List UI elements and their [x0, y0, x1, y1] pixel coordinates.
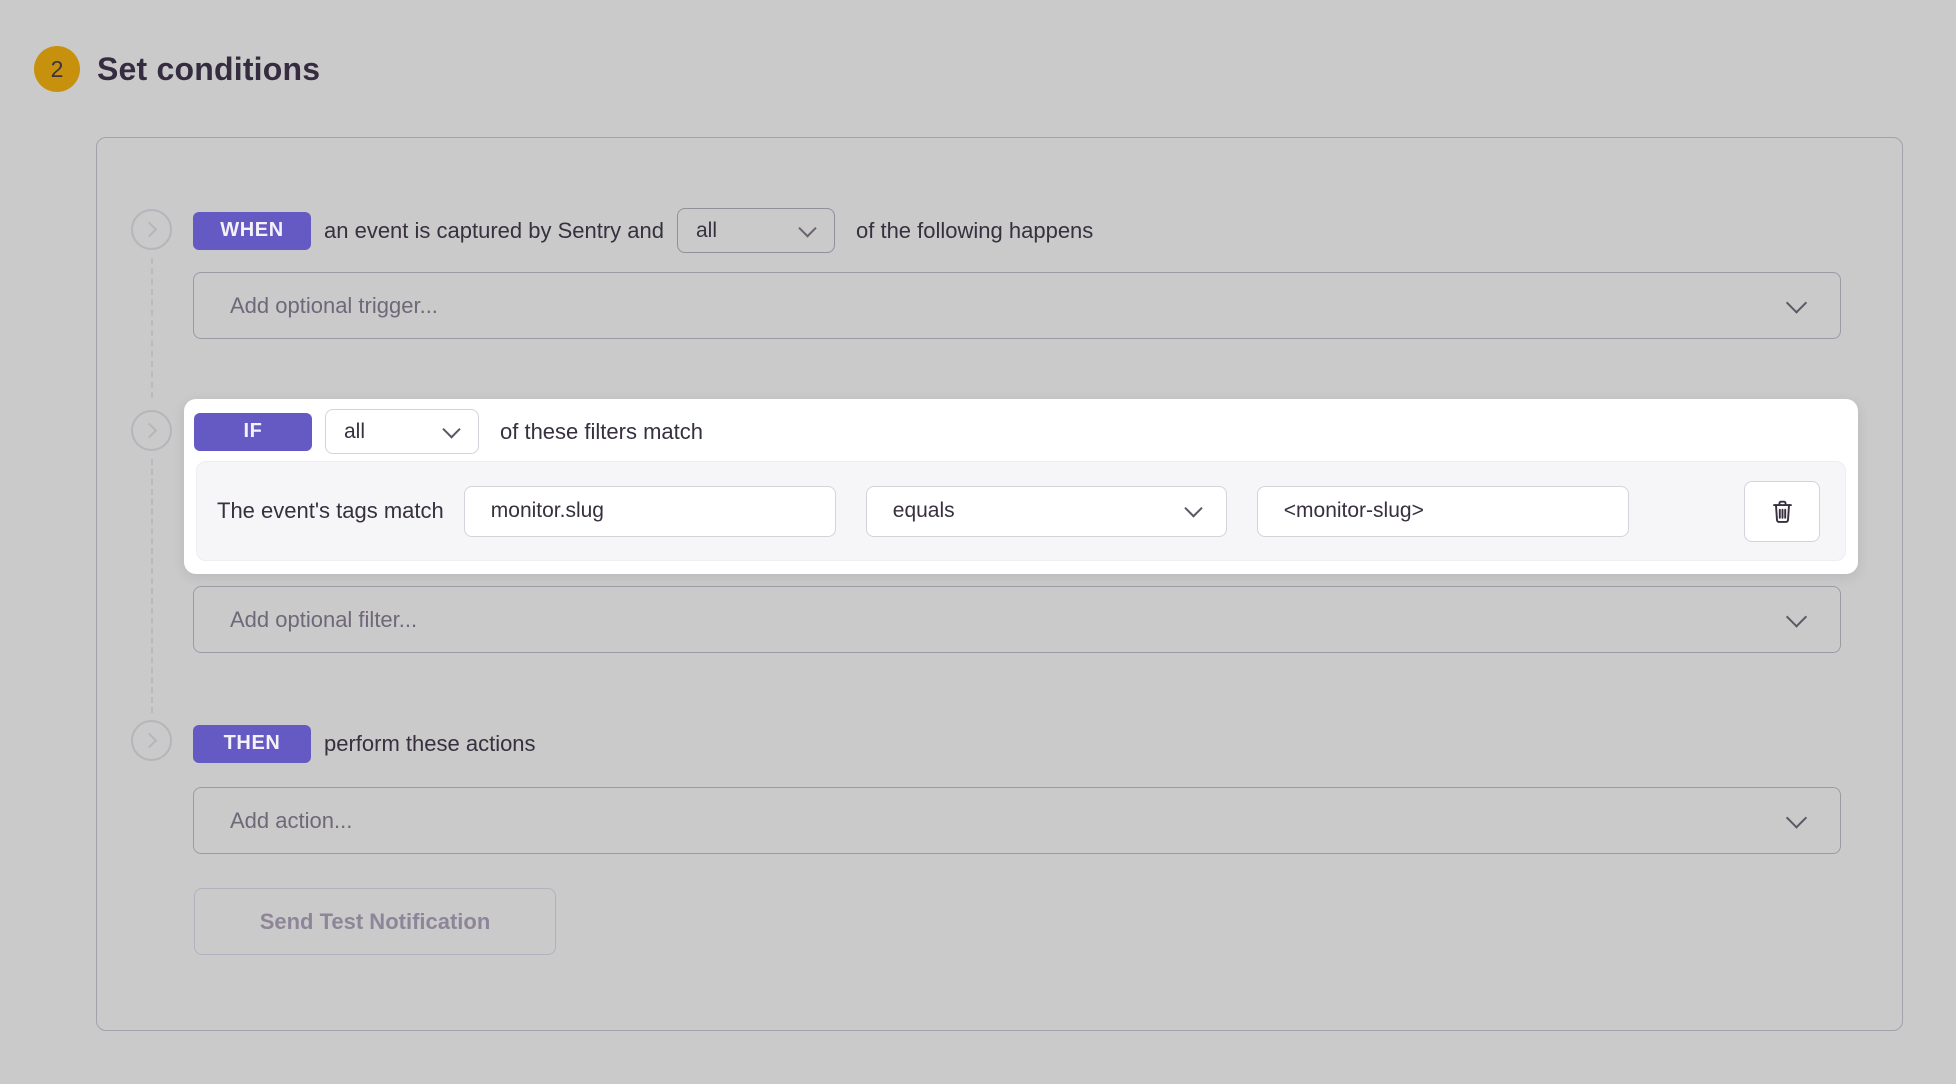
if-match-select-value: all: [344, 420, 365, 444]
chevron-right-circle-icon: [131, 410, 172, 451]
tag-value-input[interactable]: [1257, 486, 1629, 537]
add-optional-trigger-select[interactable]: Add optional trigger...: [193, 272, 1841, 339]
send-test-notification-button[interactable]: Send Test Notification: [194, 888, 556, 955]
chevron-right-circle-icon: [131, 209, 172, 250]
add-optional-trigger-placeholder: Add optional trigger...: [230, 293, 438, 319]
filter-condition-label: The event's tags match: [217, 498, 444, 524]
trash-icon: [1769, 498, 1796, 525]
chevron-down-icon: [1786, 292, 1807, 313]
chevron-down-icon: [1786, 807, 1807, 828]
when-text-after: of the following happens: [856, 218, 1093, 244]
then-condition-row: THEN perform these actions: [193, 721, 536, 766]
chevron-down-icon: [1184, 499, 1202, 517]
if-text-after: of these filters match: [500, 419, 703, 445]
page-title: Set conditions: [97, 51, 320, 88]
then-badge: THEN: [193, 725, 311, 763]
filter-condition-row: The event's tags match equals: [196, 461, 1846, 561]
if-badge: IF: [194, 413, 312, 451]
chevron-right-glyph: [142, 423, 158, 439]
chevron-right-circle-icon: [131, 720, 172, 761]
if-match-select[interactable]: all: [325, 409, 479, 454]
step-number-badge: 2: [34, 46, 80, 92]
then-text-after: perform these actions: [324, 731, 536, 757]
chevron-down-icon: [1786, 606, 1807, 627]
add-action-select[interactable]: Add action...: [193, 787, 1841, 854]
match-operator-select-value: equals: [893, 499, 955, 523]
if-filter-card: IF all of these filters match The event'…: [184, 399, 1858, 574]
section-header: 2 Set conditions: [34, 46, 320, 92]
add-action-placeholder: Add action...: [230, 808, 352, 834]
chevron-right-glyph: [142, 222, 158, 238]
chevron-down-icon: [798, 219, 816, 237]
match-operator-select[interactable]: equals: [866, 486, 1227, 537]
connector-line: [151, 459, 153, 713]
delete-filter-button[interactable]: [1744, 481, 1820, 542]
chevron-down-icon: [442, 420, 460, 438]
if-condition-row: IF all of these filters match: [194, 409, 703, 454]
tag-key-input[interactable]: [464, 486, 836, 537]
add-optional-filter-placeholder: Add optional filter...: [230, 607, 417, 633]
when-match-select-value: all: [696, 219, 717, 243]
add-optional-filter-select[interactable]: Add optional filter...: [193, 586, 1841, 653]
connector-line: [151, 258, 153, 398]
chevron-right-glyph: [142, 733, 158, 749]
conditions-panel: WHEN an event is captured by Sentry and …: [96, 137, 1903, 1031]
when-match-select[interactable]: all: [677, 208, 835, 253]
when-condition-row: WHEN an event is captured by Sentry and …: [193, 208, 1093, 253]
when-text-before: an event is captured by Sentry and: [324, 218, 664, 244]
when-badge: WHEN: [193, 212, 311, 250]
